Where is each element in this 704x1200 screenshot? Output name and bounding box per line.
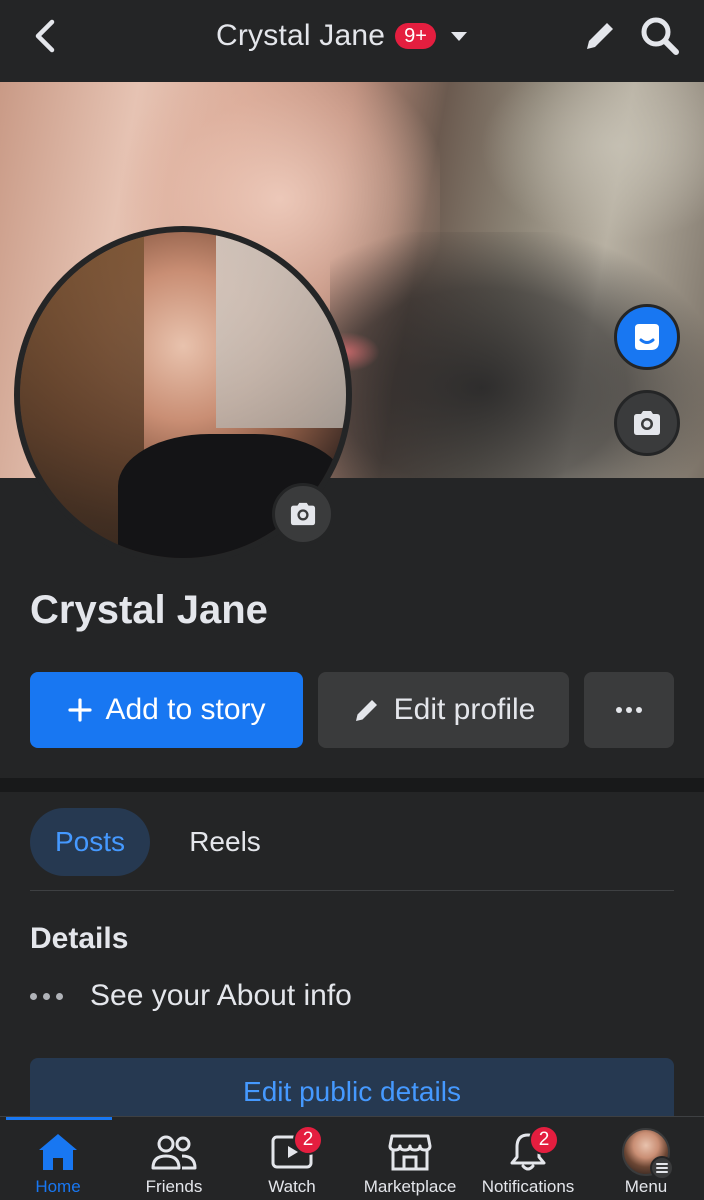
- pencil-icon: [587, 23, 613, 49]
- camera-icon: [634, 411, 660, 435]
- back-button[interactable]: [28, 16, 64, 56]
- menu-avatar: [622, 1128, 674, 1180]
- nav-home[interactable]: Home: [8, 1117, 108, 1200]
- section-divider: [0, 778, 704, 792]
- divider: [30, 890, 674, 891]
- edit-profile-button[interactable]: Edit profile: [318, 672, 569, 748]
- bell-icon: 2: [503, 1125, 559, 1175]
- nav-friends[interactable]: Friends: [124, 1117, 224, 1200]
- bottom-navigation: Home Friends 2 Watch Marketplace 2 Notif…: [0, 1116, 704, 1200]
- avatar-story-button[interactable]: [614, 304, 680, 370]
- notification-badge: 9+: [395, 23, 436, 49]
- nav-menu[interactable]: Menu: [596, 1117, 696, 1200]
- about-link-label: See your About info: [90, 979, 352, 1012]
- tab-reels[interactable]: Reels: [170, 808, 280, 876]
- profile-switcher[interactable]: Crystal Jane 9+: [216, 14, 470, 58]
- caret-down-icon: [450, 32, 467, 41]
- friends-icon: [149, 1129, 199, 1175]
- nav-notifications[interactable]: 2 Notifications: [474, 1117, 582, 1200]
- nav-menu-label: Menu: [624, 1177, 668, 1196]
- tab-posts[interactable]: Posts: [30, 808, 150, 876]
- nav-home-label: Home: [35, 1177, 81, 1196]
- watch-icon: 2: [267, 1125, 323, 1175]
- add-to-story-button[interactable]: Add to story: [30, 672, 303, 748]
- camera-icon: [290, 502, 316, 526]
- edit-cover-photo-button[interactable]: [614, 390, 680, 456]
- profile-actions: Add to story Edit profile: [30, 672, 674, 748]
- search-icon: [641, 17, 679, 55]
- edit-profile-label: Edit profile: [393, 693, 536, 726]
- edit-profile-picture-button[interactable]: [272, 483, 334, 545]
- page-title: Crystal Jane: [216, 19, 386, 52]
- hamburger-icon: [650, 1156, 674, 1180]
- marketplace-icon: [385, 1129, 435, 1175]
- more-options-button[interactable]: [584, 672, 674, 748]
- avatar-icon: [635, 324, 659, 350]
- edit-button[interactable]: [580, 16, 620, 56]
- pencil-icon: [352, 695, 382, 725]
- top-bar: Crystal Jane 9+: [0, 0, 704, 82]
- more-dots-icon: [30, 992, 70, 1000]
- nav-notifications-label: Notifications: [481, 1177, 575, 1196]
- search-button[interactable]: [638, 14, 682, 58]
- nav-marketplace-label: Marketplace: [363, 1177, 457, 1196]
- profile-name: Crystal Jane: [30, 588, 268, 632]
- home-icon: [33, 1129, 83, 1175]
- add-to-story-label: Add to story: [105, 693, 266, 726]
- plus-icon: [67, 697, 93, 723]
- nav-marketplace[interactable]: Marketplace: [356, 1117, 464, 1200]
- nav-watch-label: Watch: [268, 1177, 316, 1196]
- see-about-info-link[interactable]: See your About info: [30, 976, 352, 1016]
- nav-watch[interactable]: 2 Watch: [242, 1117, 342, 1200]
- more-dots-icon: [616, 707, 642, 713]
- edit-public-details-label: Edit public details: [243, 1076, 461, 1107]
- watch-badge: 2: [293, 1125, 323, 1155]
- notifications-badge: 2: [529, 1125, 559, 1155]
- chevron-left-icon: [35, 19, 55, 53]
- details-heading: Details: [30, 922, 129, 955]
- nav-friends-label: Friends: [145, 1177, 203, 1196]
